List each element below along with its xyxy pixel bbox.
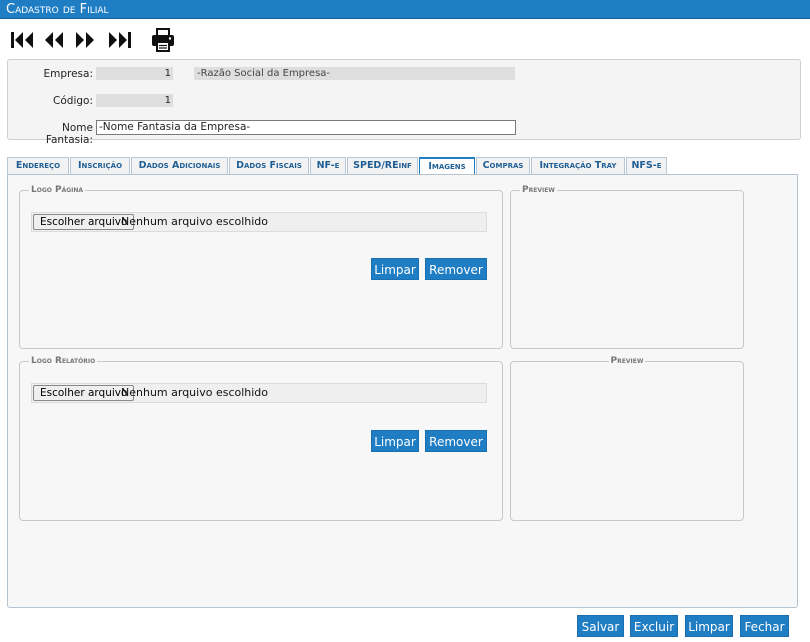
delete-button[interactable]: Excluir <box>630 615 678 637</box>
logo-relatorio-file-input[interactable]: Escolher arquivo Nenhum arquivo escolhid… <box>31 383 487 403</box>
tab-nfse[interactable]: NFS-e <box>626 157 667 174</box>
printer-icon[interactable] <box>150 28 176 52</box>
codigo-label: Código: <box>53 95 93 107</box>
tab-sped-reinf[interactable]: SPED/REinf <box>347 157 418 174</box>
first-record-icon[interactable] <box>10 28 36 52</box>
tab-inscricao[interactable]: Inscrição <box>70 157 130 174</box>
logo-relatorio-group: Logo Relatório Escolher arquivo Nenhum a… <box>19 356 503 521</box>
last-record-icon[interactable] <box>106 28 132 52</box>
logo-pagina-file-input[interactable]: Escolher arquivo Nenhum arquivo escolhid… <box>31 212 487 232</box>
close-button[interactable]: Fechar <box>740 615 789 637</box>
logo-relatorio-clear-button[interactable]: Limpar <box>371 430 419 452</box>
nome-fantasia-label: Nome Fantasia: <box>45 122 93 146</box>
logo-relatorio-remove-button[interactable]: Remover <box>425 430 487 452</box>
logo-pagina-preview-legend: Preview <box>522 185 555 195</box>
nome-fantasia-input[interactable]: -Nome Fantasia da Empresa- <box>96 120 516 135</box>
empresa-code-field: 1 <box>96 67 173 80</box>
logo-relatorio-preview-group: Preview <box>510 356 744 521</box>
logo-relatorio-choose-file-button[interactable]: Escolher arquivo <box>33 385 135 401</box>
imagens-tab-panel: Logo Página Escolher arquivo Nenhum arqu… <box>7 174 798 608</box>
logo-pagina-legend: Logo Página <box>31 185 84 195</box>
logo-pagina-group: Logo Página Escolher arquivo Nenhum arqu… <box>19 185 503 349</box>
logo-pagina-preview-group: Preview <box>510 185 744 349</box>
tab-integracao-tray[interactable]: Integração Tray <box>531 157 625 174</box>
logo-relatorio-file-status: Nenhum arquivo escolhido <box>121 386 269 399</box>
previous-record-icon[interactable] <box>43 28 65 52</box>
tab-endereco[interactable]: Endereço <box>7 157 69 174</box>
tab-imagens[interactable]: Imagens <box>419 157 475 174</box>
tab-nfe[interactable]: NF-e <box>310 157 346 174</box>
next-record-icon[interactable] <box>74 28 96 52</box>
logo-relatorio-legend: Logo Relatório <box>31 356 96 366</box>
tab-dados-fiscais[interactable]: Dados Fiscais <box>229 157 309 174</box>
logo-pagina-choose-file-button[interactable]: Escolher arquivo <box>33 214 135 230</box>
tab-dados-adicionais[interactable]: Dados Adicionais <box>131 157 228 174</box>
logo-pagina-clear-button[interactable]: Limpar <box>371 258 419 280</box>
logo-pagina-file-status: Nenhum arquivo escolhido <box>121 215 269 228</box>
empresa-label: Empresa: <box>43 68 93 80</box>
empresa-name-field: -Razão Social da Empresa- <box>194 67 515 80</box>
clear-button[interactable]: Limpar <box>685 615 733 637</box>
filial-header-panel: Empresa: 1 -Razão Social da Empresa- Cód… <box>7 59 801 146</box>
logo-relatorio-preview-legend: Preview <box>610 356 644 366</box>
save-button[interactable]: Salvar <box>577 615 624 637</box>
codigo-field: 1 <box>96 94 173 107</box>
tab-compras[interactable]: Compras <box>476 157 530 174</box>
window-title: Cadastro de Filial <box>0 0 810 19</box>
logo-pagina-remove-button[interactable]: Remover <box>425 258 487 280</box>
